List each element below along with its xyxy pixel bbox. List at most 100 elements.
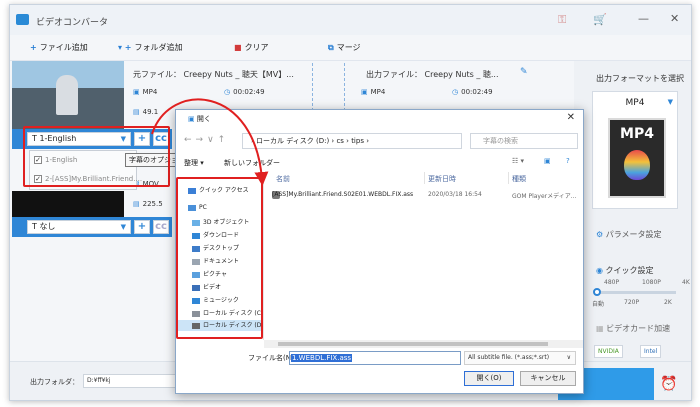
- output-format: ▣ MP4: [361, 88, 385, 96]
- nvidia-badge[interactable]: NVIDIA: [594, 345, 623, 358]
- cart-icon[interactable]: 🛒: [593, 13, 607, 26]
- quality-480p: 480P: [604, 279, 620, 286]
- highlight-subtitle-box: [23, 126, 170, 187]
- output-file-name: 出力ファイル： Creepy Nuts _ 聴...: [366, 70, 499, 79]
- format-name: MP4: [625, 98, 645, 108]
- edit-icon[interactable]: ✎: [520, 67, 528, 77]
- app-small-icon: ▣: [188, 115, 197, 123]
- audio-options-button[interactable]: cc: [153, 220, 169, 234]
- clear-button[interactable]: ■ クリア: [234, 42, 269, 53]
- organize-button[interactable]: 整理 ▾: [184, 158, 204, 168]
- output-duration-value: 00:02:49: [461, 88, 493, 96]
- output-folder-label: 出力フォルダ：: [30, 378, 79, 386]
- dialog-title: ▣ 開く: [188, 114, 211, 124]
- quality-auto: 自動: [592, 301, 605, 308]
- add-file-label: ファイル追加: [39, 43, 88, 52]
- format-selector[interactable]: MP4 ▼ MP4: [592, 91, 678, 209]
- filename-value: 1.WEBDL.FIX.ass: [291, 354, 353, 362]
- quality-slider-handle[interactable]: [593, 288, 601, 296]
- file-list-item[interactable]: [ASS]My.Brilliant.Friend.S02E01.WEBDL.FI…: [272, 191, 576, 202]
- dialog-title-text: 開く: [196, 115, 211, 123]
- help-icon[interactable]: ?: [566, 157, 570, 165]
- address-bar[interactable]: › ローカル ディスク (D:) › cs › tips ›: [242, 133, 462, 149]
- trash-icon: ■: [234, 43, 242, 52]
- disk-icon: ▤: [133, 108, 140, 116]
- merge-button[interactable]: ⧉ マージ: [328, 42, 361, 53]
- file-type: GOM Playerメディア...: [512, 193, 577, 200]
- close-icon[interactable]: ✕: [670, 12, 679, 25]
- cancel-button[interactable]: キャンセル: [520, 371, 576, 386]
- add-folder-label: フォルダ追加: [134, 43, 183, 52]
- search-input[interactable]: 字幕の検索: [470, 133, 578, 149]
- add-audio-button[interactable]: +: [134, 220, 150, 234]
- chip-icon: ▦: [596, 324, 607, 333]
- horizontal-scrollbar[interactable]: [264, 340, 583, 348]
- lightning-icon: ◉: [596, 266, 606, 275]
- output-format-value: MP4: [370, 88, 386, 96]
- intel-badge[interactable]: Intel: [640, 345, 662, 358]
- source-duration-value: 00:02:49: [233, 88, 265, 96]
- column-separator-2: [508, 172, 509, 184]
- audio-select[interactable]: T なし ▼: [27, 220, 131, 234]
- plus-icon: +: [30, 43, 37, 52]
- quality-720p: 720P: [624, 299, 640, 306]
- source-size-value: 49.1: [142, 108, 159, 116]
- source-size-2: ▤ 225.5: [133, 200, 163, 208]
- quality-1080p: 1080P: [642, 279, 661, 286]
- disk-icon: ▤: [133, 200, 140, 208]
- nav-arrows[interactable]: ←→∨↑: [184, 135, 229, 145]
- breadcrumb: › ローカル ディスク (D:) › cs › tips ›: [251, 137, 369, 145]
- column-type[interactable]: 種類: [512, 174, 526, 184]
- command-bar: 整理 ▾ 新しいフォルダー ☷ ▾ ▣ ?: [176, 155, 583, 171]
- film-icon: ▣: [361, 88, 368, 96]
- add-folder-button[interactable]: ▾ + フォルダ追加: [118, 42, 183, 53]
- column-name[interactable]: 名前: [276, 174, 290, 184]
- video-thumbnail-2[interactable]: [12, 191, 124, 217]
- column-date[interactable]: 更新日時: [428, 174, 456, 184]
- choose-format-label: 出力フォーマットを選択: [596, 74, 684, 83]
- parameters-label: パラメータ設定: [605, 230, 662, 239]
- output-panel: 出力フォーマットを選択 MP4 ▼ MP4 ⚙ パラメータ設定 ◉ クイック設定…: [574, 61, 691, 361]
- file-name: [ASS]My.Brilliant.Friend.S02E01.WEBDL.FI…: [272, 191, 414, 198]
- app-title: ビデオコンバータ: [36, 18, 109, 28]
- new-folder-button[interactable]: 新しいフォルダー: [224, 158, 280, 168]
- source-size-2-value: 225.5: [142, 200, 163, 208]
- merge-icon: ⧉: [328, 43, 334, 52]
- filename-input[interactable]: 1.WEBDL.FIX.ass: [289, 351, 461, 365]
- alarm-clock-icon[interactable]: ⏰: [660, 376, 677, 392]
- minimize-icon[interactable]: —: [638, 12, 649, 25]
- quality-slider[interactable]: [593, 288, 676, 296]
- highlight-local-disk-box: [176, 177, 263, 339]
- audio-select-value: なし: [39, 222, 56, 231]
- key-icon[interactable]: ⚿: [558, 13, 566, 27]
- parameters-button[interactable]: ⚙ パラメータ設定: [596, 229, 661, 240]
- source-format-value: MP4: [142, 88, 158, 96]
- preview-pane-icon[interactable]: ▣: [544, 157, 551, 165]
- view-options-icon[interactable]: ☷ ▾: [512, 157, 524, 165]
- video-thumbnail[interactable]: [12, 61, 124, 129]
- dialog-close-icon[interactable]: ✕: [567, 112, 575, 123]
- source-file-name: 元ファイル： Creepy Nuts _ 聴天【MV】...: [133, 70, 294, 79]
- app-logo-icon: [16, 14, 29, 25]
- plus-icon: ▾ +: [118, 43, 132, 52]
- chevron-down-icon: ∨: [566, 354, 571, 361]
- add-file-button[interactable]: + ファイル追加: [30, 42, 88, 53]
- scrollbar-thumb[interactable]: [278, 342, 548, 346]
- balloon-graphic: [624, 150, 650, 180]
- quick-setting-text: クイック設定: [605, 266, 654, 275]
- open-button[interactable]: 開く(O): [464, 371, 514, 386]
- film-icon: ▣: [133, 88, 140, 96]
- clear-label: クリア: [244, 43, 269, 52]
- column-separator: [424, 172, 425, 184]
- mp4-format-icon: MP4: [608, 118, 666, 198]
- file-type-filter[interactable]: All subtitle file. (*.ass;*.srt) ∨: [464, 351, 576, 365]
- toolbar: + ファイル追加 ▾ + フォルダ追加 ■ クリア ⧉ マージ: [10, 35, 691, 61]
- output-folder-field[interactable]: D:¥ff¥kj: [83, 374, 183, 388]
- gpu-accel-label: ▦ ビデオカード加速: [596, 323, 670, 334]
- thumbnail-figure: [56, 75, 78, 115]
- source-size: ▤ 49.1: [133, 108, 158, 116]
- chevron-down-icon: ▼: [120, 223, 126, 231]
- output-duration: ◷ 00:02:49: [452, 88, 493, 96]
- clock-icon: ◷: [452, 88, 459, 96]
- merge-label: マージ: [336, 43, 361, 52]
